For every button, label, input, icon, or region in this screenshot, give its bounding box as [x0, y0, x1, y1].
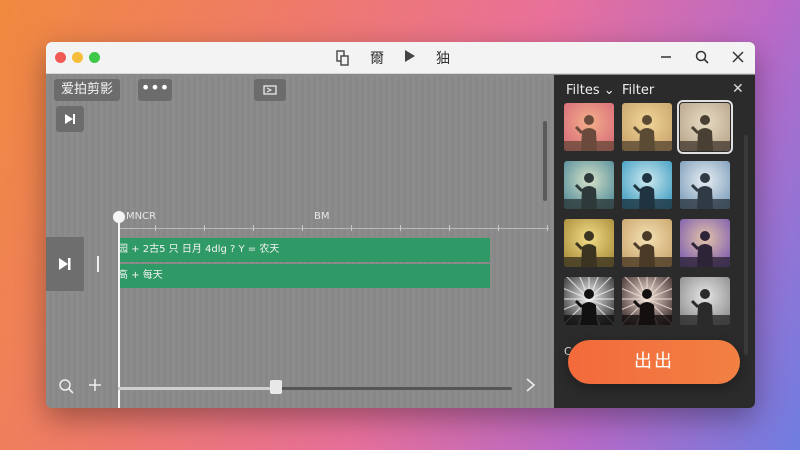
- filter-thumbnail[interactable]: [680, 277, 730, 325]
- filter-thumbnail[interactable]: [622, 103, 672, 151]
- tab-filtes[interactable]: Filtes ⌄: [566, 83, 615, 98]
- ruler-tick: [498, 225, 499, 231]
- ruler-tick: [449, 225, 450, 231]
- close-icon[interactable]: [727, 46, 749, 68]
- skip-next-icon: [65, 114, 75, 124]
- timeline-clip[interactable]: 园 + 2古5 只 日月 4dlg ? Y = 农天: [118, 238, 490, 262]
- add-marker-icon[interactable]: [88, 378, 102, 396]
- ruler-tick: [351, 225, 352, 231]
- filter-thumbnail[interactable]: [680, 219, 730, 267]
- close-window-button[interactable]: [55, 52, 66, 63]
- minimize-icon[interactable]: [655, 46, 677, 68]
- title-text-2: 㹨: [436, 51, 450, 67]
- title-center: 爾 㹨: [336, 48, 450, 68]
- title-text-1: 爾: [370, 51, 384, 67]
- ruler-tick: [253, 225, 254, 231]
- playhead-handle[interactable]: [113, 211, 125, 223]
- tab-filter[interactable]: Filter: [622, 83, 654, 98]
- filter-thumbnail[interactable]: [680, 161, 730, 209]
- vertical-scrollbar[interactable]: [543, 121, 547, 201]
- panel-close-icon[interactable]: ✕: [732, 81, 744, 97]
- timeline-clip[interactable]: 高 + 每天: [118, 264, 490, 288]
- ruler-tick: [155, 225, 156, 231]
- filter-thumbnail[interactable]: [564, 277, 614, 325]
- ruler-tick: [400, 225, 401, 231]
- ruler-tick: [204, 225, 205, 231]
- filter-thumbnail[interactable]: [564, 219, 614, 267]
- filter-thumbnail[interactable]: [622, 277, 672, 325]
- filter-thumbnail[interactable]: [622, 219, 672, 267]
- export-button[interactable]: 出出: [568, 340, 740, 384]
- chevron-down-icon: ⌄: [603, 83, 615, 98]
- track-divider: [97, 256, 99, 272]
- filter-thumbnail[interactable]: [564, 103, 614, 151]
- title-actions: [655, 46, 749, 68]
- track-header[interactable]: [46, 237, 84, 291]
- timeline-editor: 爱拍剪影 ••• MNCR BM 园 + 2古5 只 日月 4dlg ? Y =…: [46, 75, 597, 408]
- ruler-tick: [547, 225, 548, 231]
- ruler-tick: [302, 225, 303, 231]
- zoom-window-button[interactable]: [89, 52, 100, 63]
- file-icon[interactable]: [336, 50, 350, 66]
- search-icon[interactable]: [691, 46, 713, 68]
- time-ruler: [119, 228, 549, 229]
- title-bar: 爾 㹨: [46, 42, 755, 74]
- screen-icon[interactable]: [254, 79, 286, 101]
- more-button[interactable]: •••: [138, 79, 172, 101]
- minimize-window-button[interactable]: [72, 52, 83, 63]
- ruler-label-2: BM: [314, 211, 330, 222]
- brand-label: 爱拍剪影: [54, 79, 121, 101]
- ruler-label-1: MNCR: [126, 211, 157, 222]
- filter-thumbnail[interactable]: [622, 161, 672, 209]
- tab-filtes-label: Filtes: [566, 83, 600, 98]
- zoom-slider-thumb[interactable]: [269, 380, 282, 394]
- playhead[interactable]: [118, 218, 120, 408]
- app-window: 爾 㹨 爱拍剪影 ••• MNCR BM 园 + 2古5 只 日月 4dlg ?…: [46, 42, 755, 408]
- zoom-slider-fill: [118, 387, 276, 390]
- skip-next-button[interactable]: [56, 106, 84, 132]
- filter-thumbnail[interactable]: [564, 161, 614, 209]
- zoom-search-icon[interactable]: [58, 378, 74, 398]
- filter-panel: Filtes ⌄ Filter ✕ C 出出: [554, 75, 755, 408]
- filter-thumbnail[interactable]: [677, 100, 733, 154]
- play-icon[interactable]: [404, 49, 416, 67]
- skip-next-icon: [59, 258, 71, 270]
- panel-scrollbar[interactable]: [744, 135, 748, 355]
- chevron-right-icon[interactable]: [524, 376, 536, 397]
